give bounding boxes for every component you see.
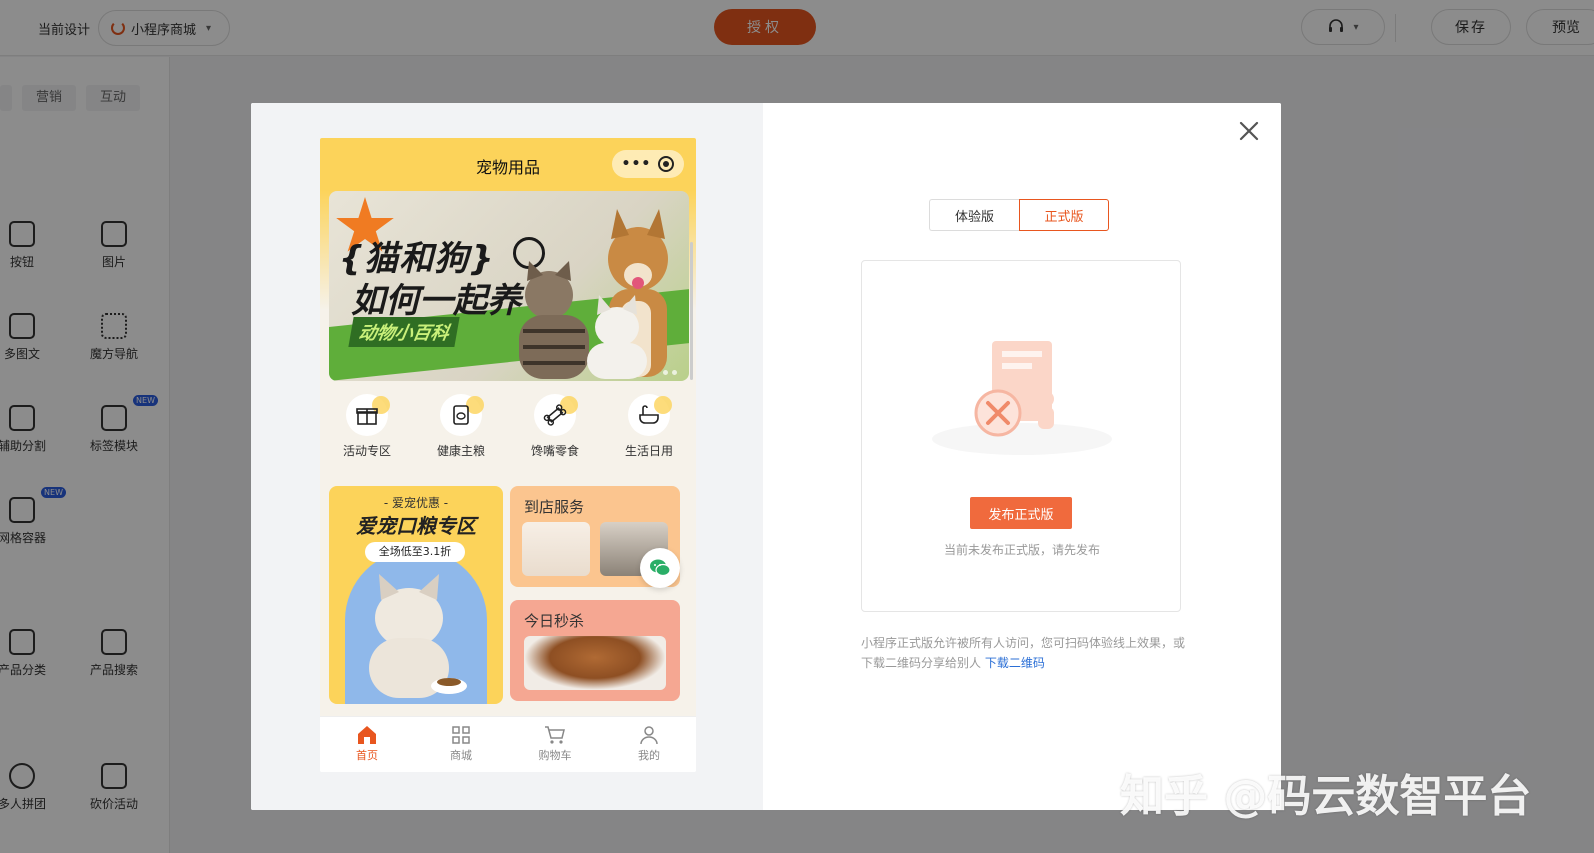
pet-food-icon — [453, 405, 469, 425]
nav-label: 健康主粮 — [436, 444, 485, 458]
release-modal: 宠物用品 ••• {猫和狗} 如何一起养 动物小百科 活动专区 健康主粮 馋嘴零… — [251, 103, 1281, 810]
category-nav: 活动专区 健康主粮 馋嘴零食 生活日用 — [320, 394, 696, 474]
release-description: 小程序正式版允许被所有人访问，您可扫码体验线上效果，或下载二维码分享给别人 下载… — [861, 633, 1187, 673]
promo-flash-sale[interactable]: 今日秒杀 — [510, 600, 680, 701]
tab-mine[interactable]: 我的 — [614, 717, 684, 772]
hero-banner: {猫和狗} 如何一起养 动物小百科 — [329, 191, 689, 381]
nav-activity[interactable]: 活动专区 — [327, 394, 407, 474]
kibble-bowl-image — [524, 636, 666, 690]
scrollbar[interactable] — [690, 242, 693, 380]
carousel-indicator — [663, 370, 677, 375]
promo-title: 爱宠口粮专区 — [356, 514, 476, 538]
tab-label: 我的 — [638, 749, 660, 762]
empty-state-tip: 当前未发布正式版，请先发布 — [943, 543, 1100, 557]
home-icon — [358, 726, 376, 744]
promo-food-zone[interactable]: - 爱宠优惠 - 爱宠口粮专区 全场低至3.1折 — [329, 486, 503, 704]
nav-label: 生活日用 — [624, 444, 673, 458]
wechat-share-button[interactable] — [640, 548, 680, 588]
wechat-icon — [650, 559, 671, 577]
tab-home[interactable]: 首页 — [332, 717, 402, 772]
white-cat-image — [587, 295, 647, 379]
banner-headline-2: 如何一起养 — [351, 281, 521, 321]
nav-snacks[interactable]: 馋嘴零食 — [515, 394, 595, 474]
tab-trial-version[interactable]: 体验版 — [929, 199, 1019, 231]
bone-icon — [543, 404, 567, 426]
nav-label: 活动专区 — [342, 444, 391, 458]
preview-pane: 宠物用品 ••• {猫和狗} 如何一起养 动物小百科 活动专区 健康主粮 馋嘴零… — [251, 103, 763, 810]
more-icon: ••• — [621, 156, 652, 172]
phone-content: {猫和狗} 如何一起养 动物小百科 活动专区 健康主粮 馋嘴零食 生活日用 - … — [320, 190, 696, 716]
promo-discount-pill: 全场低至3.1折 — [365, 542, 465, 562]
promo-subtitle: - 爱宠优惠 - — [383, 496, 449, 510]
phone-nav-bar: 宠物用品 ••• — [320, 138, 696, 190]
tab-official-version[interactable]: 正式版 — [1019, 199, 1109, 231]
download-qrcode-link[interactable]: 下载二维码 — [985, 656, 1045, 670]
tab-label: 首页 — [356, 749, 378, 762]
phone-tab-bar: 首页 商城 购物车 我的 — [320, 716, 696, 772]
miniprogram-capsule: ••• — [612, 150, 684, 178]
cart-icon — [545, 726, 565, 744]
close-icon[interactable] — [1237, 119, 1261, 143]
close-miniprogram-icon — [658, 156, 675, 172]
bathtub-icon — [639, 405, 659, 424]
release-pane: 体验版 正式版 发布正式版 当前未发布正式版，请先发布 小程序正式版允许被所有人… — [763, 103, 1281, 810]
nav-daily-use[interactable]: 生活日用 — [609, 394, 689, 474]
fluffy-cat-image — [369, 574, 467, 698]
tab-label: 购物车 — [538, 749, 572, 762]
promo-flash-title: 今日秒杀 — [524, 612, 585, 630]
mall-icon — [452, 726, 470, 744]
user-icon — [640, 726, 658, 745]
watermark: 知乎 @码云数智平台 — [1120, 771, 1532, 822]
tab-cart[interactable]: 购物车 — [520, 717, 590, 772]
nav-label: 馋嘴零食 — [530, 444, 579, 458]
promo-store-title: 到店服务 — [524, 498, 585, 516]
tab-label: 商城 — [450, 749, 472, 762]
empty-state-illustration — [932, 341, 1112, 455]
nav-staple-food[interactable]: 健康主粮 — [421, 394, 501, 474]
puppy-image — [522, 522, 590, 576]
gift-icon — [356, 408, 378, 425]
version-toggle: 体验版 正式版 — [929, 199, 1109, 231]
banner-tag: 动物小百科 — [348, 317, 460, 347]
phone-preview: 宠物用品 ••• {猫和狗} 如何一起养 动物小百科 活动专区 健康主粮 馋嘴零… — [320, 138, 696, 772]
tab-mall[interactable]: 商城 — [426, 717, 496, 772]
publish-official-button[interactable]: 发布正式版 — [970, 497, 1072, 529]
qrcode-panel: 发布正式版 当前未发布正式版，请先发布 — [861, 260, 1181, 612]
